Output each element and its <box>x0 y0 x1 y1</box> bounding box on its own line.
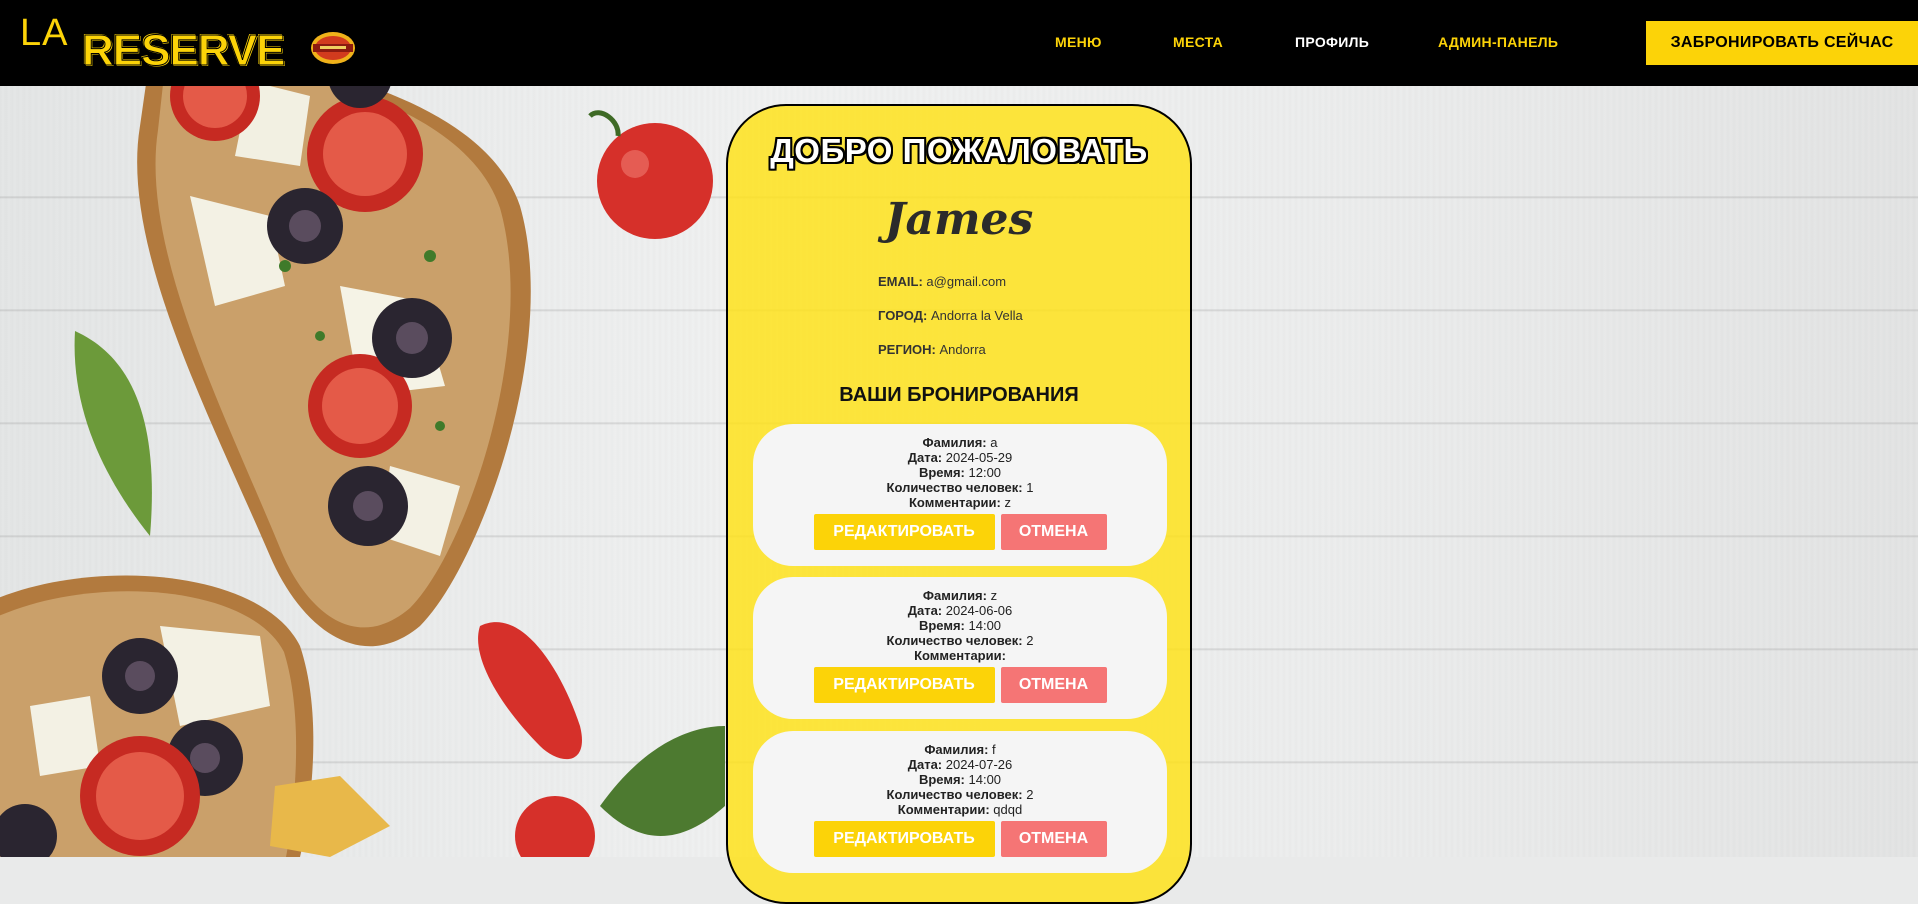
surname-value: a <box>990 435 998 450</box>
edit-booking-button[interactable]: РЕДАКТИРОВАТЬ <box>813 667 995 703</box>
email-value: a@gmail.com <box>926 274 1007 289</box>
booking-card: Фамилия: a Дата: 2024-05-29 Время: 12:00… <box>753 424 1167 566</box>
date-label: Дата: <box>907 757 943 772</box>
cheese-cube <box>270 776 390 857</box>
cancel-booking-button[interactable]: ОТМЕНА <box>1000 667 1107 703</box>
region-value: Andorra <box>939 342 986 357</box>
nav-places[interactable]: МЕСТА <box>1173 34 1223 50</box>
region-row: РЕГИОН: Andorra <box>878 342 986 357</box>
email-row: EMAIL: a@gmail.com <box>878 274 1006 289</box>
people-value: 2 <box>1026 787 1034 802</box>
surname-value: z <box>990 588 998 603</box>
people-label: Количество человек: <box>886 787 1023 802</box>
time-label: Время: <box>918 618 965 633</box>
date-value: 2024-07-26 <box>945 757 1013 772</box>
bread-slice-bottom <box>0 575 314 857</box>
edit-booking-button[interactable]: РЕДАКТИРОВАТЬ <box>813 514 995 550</box>
surname-label: Фамилия: <box>924 742 989 757</box>
comments-value: qdqd <box>993 802 1023 817</box>
comments-value: z <box>1004 495 1012 510</box>
email-label: EMAIL: <box>878 274 923 289</box>
nav-profile[interactable]: ПРОФИЛЬ <box>1295 34 1369 50</box>
booking-card: Фамилия: f Дата: 2024-07-26 Время: 14:00… <box>753 731 1167 873</box>
region-label: РЕГИОН: <box>878 342 936 357</box>
surname-value: f <box>992 742 996 757</box>
surname-label: Фамилия: <box>922 588 987 603</box>
date-value: 2024-06-06 <box>945 603 1013 618</box>
city-label: ГОРОД: <box>878 308 928 323</box>
date-value: 2024-05-29 <box>945 450 1013 465</box>
date-label: Дата: <box>907 450 943 465</box>
time-value: 12:00 <box>968 465 1002 480</box>
surname-label: Фамилия: <box>922 435 987 450</box>
book-now-button[interactable]: ЗАБРОНИРОВАТЬ СЕЙЧАС <box>1646 21 1918 65</box>
cancel-booking-button[interactable]: ОТМЕНА <box>1000 514 1107 550</box>
cherry-tomato <box>515 796 595 857</box>
time-value: 14:00 <box>968 772 1002 787</box>
tomato <box>597 123 713 239</box>
time-value: 14:00 <box>968 618 1002 633</box>
logo-la: LA <box>20 12 69 54</box>
basil-leaf <box>74 331 152 536</box>
logo-reserve: RESERVE <box>82 26 286 76</box>
edit-booking-button[interactable]: РЕДАКТИРОВАТЬ <box>813 821 995 857</box>
time-label: Время: <box>918 465 965 480</box>
time-label: Время: <box>918 772 965 787</box>
comments-label: Комментарии: <box>914 648 1006 663</box>
nav-admin-panel[interactable]: АДМИН-ПАНЕЛЬ <box>1438 34 1558 50</box>
people-label: Количество человек: <box>886 480 1023 495</box>
date-label: Дата: <box>907 603 943 618</box>
user-name: James <box>884 194 1034 245</box>
people-value: 1 <box>1026 480 1034 495</box>
cancel-booking-button[interactable]: ОТМЕНА <box>1000 821 1107 857</box>
cherry-tomato <box>478 622 582 760</box>
top-navbar: LA RESERVE МЕНЮ МЕСТА ПРОФИЛЬ АДМИН-ПАНЕ… <box>0 0 1918 86</box>
city-value: Andorra la Vella <box>930 308 1023 323</box>
basil-leaf <box>600 726 725 836</box>
logo-badge-icon <box>311 32 355 64</box>
comments-label: Комментарии: <box>897 802 990 817</box>
welcome-heading: ДОБРО ПОЖАЛОВАТЬ <box>770 132 1148 169</box>
city-row: ГОРОД: Andorra la Vella <box>878 308 1023 323</box>
people-value: 2 <box>1026 633 1034 648</box>
profile-card: ДОБРО ПОЖАЛОВАТЬ James EMAIL: a@gmail.co… <box>726 104 1192 904</box>
comments-label: Комментарии: <box>909 495 1001 510</box>
bread-slice-top <box>137 86 531 647</box>
nav-menu[interactable]: МЕНЮ <box>1055 34 1102 50</box>
people-label: Количество человек: <box>886 633 1023 648</box>
bookings-title: ВАШИ БРОНИРОВАНИЯ <box>839 384 1079 406</box>
booking-card: Фамилия: z Дата: 2024-06-06 Время: 14:00… <box>753 577 1167 719</box>
